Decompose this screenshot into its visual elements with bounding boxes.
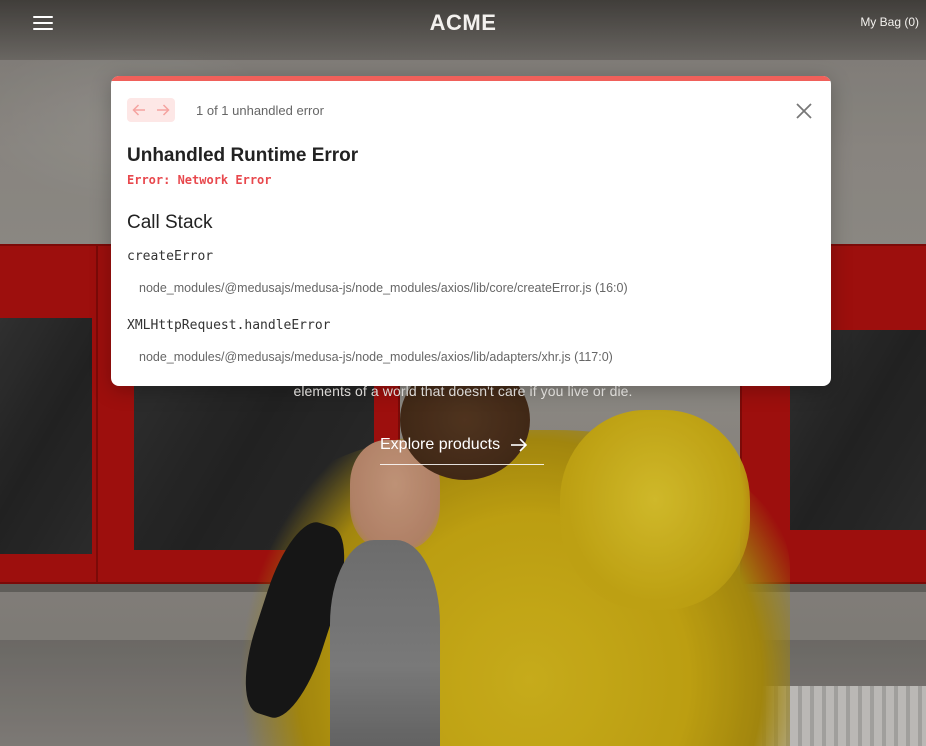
error-overlay-dialog: 1 of 1 unhandled error Unhandled Runtime… bbox=[111, 76, 831, 386]
error-count-text: 1 of 1 unhandled error bbox=[196, 102, 324, 118]
stack-frame-location[interactable]: node_modules/@medusajs/medusa-js/node_mo… bbox=[139, 350, 613, 364]
arrow-right-icon bbox=[511, 438, 528, 452]
error-pagination: 1 of 1 unhandled error bbox=[127, 98, 324, 122]
menu-button[interactable] bbox=[33, 15, 53, 31]
top-navigation: ACME My Bag (0) bbox=[0, 0, 926, 46]
error-accent-bar bbox=[111, 76, 831, 81]
explore-products-label: Explore products bbox=[380, 436, 501, 453]
arrow-left-icon bbox=[132, 104, 145, 116]
explore-products-link[interactable]: Explore products bbox=[380, 436, 544, 465]
storefront-page: elements of a world that doesn't care if… bbox=[0, 0, 926, 746]
hamburger-icon bbox=[33, 16, 53, 18]
close-error-button[interactable] bbox=[795, 102, 813, 120]
previous-error-button[interactable] bbox=[127, 98, 151, 122]
next-error-button[interactable] bbox=[151, 98, 175, 122]
brand-logo[interactable]: ACME bbox=[430, 10, 497, 35]
stack-frame-function: XMLHttpRequest.handleError bbox=[127, 318, 331, 333]
hamburger-icon-line bbox=[33, 28, 53, 30]
my-bag-link[interactable]: My Bag (0) bbox=[860, 15, 919, 29]
call-stack-heading: Call Stack bbox=[127, 212, 213, 233]
stack-frame-function: createError bbox=[127, 249, 214, 264]
arrow-right-icon bbox=[157, 104, 170, 116]
close-icon bbox=[796, 103, 812, 119]
hamburger-icon-line bbox=[33, 22, 53, 24]
error-nav-arrows bbox=[127, 98, 175, 122]
stack-frame-location[interactable]: node_modules/@medusajs/medusa-js/node_mo… bbox=[139, 281, 628, 295]
error-message: Error: Network Error bbox=[127, 173, 272, 187]
error-title: Unhandled Runtime Error bbox=[127, 145, 359, 166]
brand-logo-container: ACME bbox=[0, 10, 926, 36]
